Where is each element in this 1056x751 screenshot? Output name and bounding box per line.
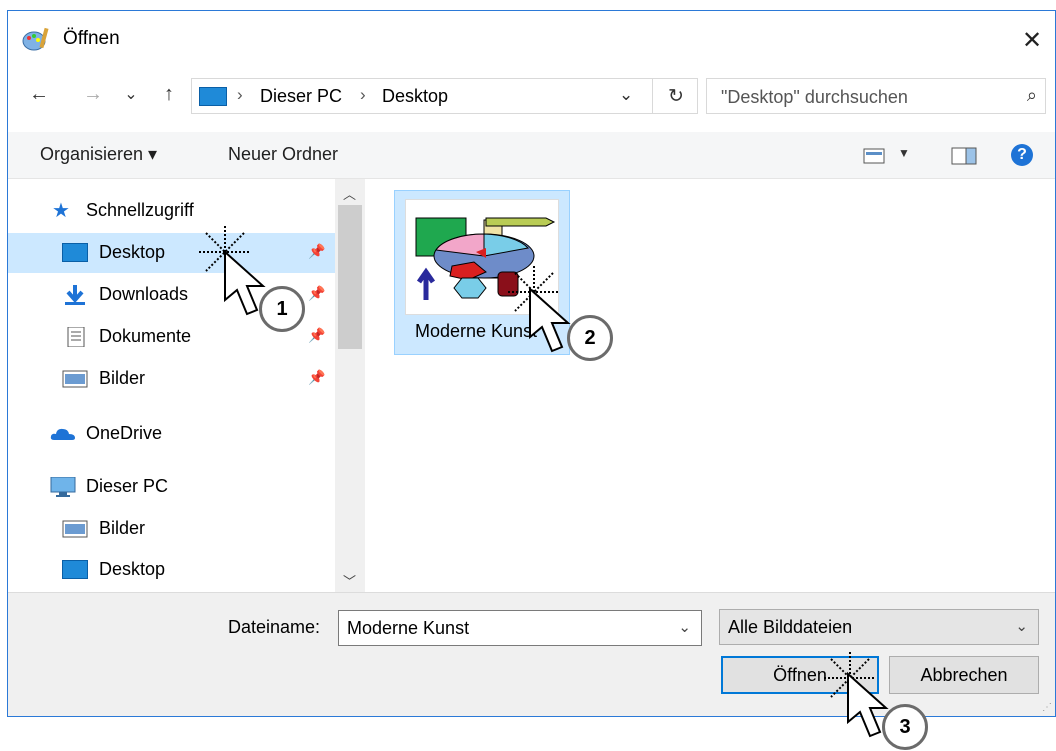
- filename-label: Dateiname:: [228, 617, 321, 637]
- sidebar-item-pc-desktop[interactable]: Desktop: [8, 550, 335, 590]
- sidebar-item-quick-access[interactable]: ★ Schnellzugriff: [8, 191, 335, 231]
- pictures-icon: [62, 520, 88, 538]
- refresh-icon[interactable]: ↻: [652, 79, 699, 113]
- sidebar-item-label: Downloads: [99, 284, 189, 304]
- sidebar-scrollbar[interactable]: ︿ ﹀: [335, 179, 365, 592]
- organize-button[interactable]: Organisieren ▾: [40, 144, 157, 165]
- step-callout-3: 3: [882, 704, 928, 750]
- sidebar-item-desktop[interactable]: Desktop 📌: [8, 233, 335, 273]
- chevron-down-icon[interactable]: ⌄: [678, 618, 691, 636]
- help-icon[interactable]: ?: [1011, 144, 1033, 166]
- breadcrumb-separator[interactable]: ›: [237, 85, 243, 105]
- filename-value[interactable]: Moderne Kunst: [347, 618, 469, 639]
- pin-icon[interactable]: 📌: [308, 243, 325, 260]
- filetype-select[interactable]: Alle Bilddateien ⌄: [719, 609, 1039, 645]
- resize-grip-icon[interactable]: ⋰: [1042, 702, 1052, 713]
- search-icon[interactable]: ⌕: [1027, 85, 1037, 106]
- computer-icon: [50, 477, 76, 497]
- pin-icon[interactable]: 📌: [308, 327, 325, 344]
- breadcrumb-separator[interactable]: ›: [360, 85, 366, 105]
- download-icon: [65, 285, 85, 305]
- breadcrumb-this-pc[interactable]: Dieser PC: [260, 86, 342, 107]
- view-options-icon[interactable]: [863, 148, 885, 164]
- desktop-icon: [62, 560, 88, 579]
- sidebar-item-label: Dieser PC: [86, 476, 169, 496]
- document-icon: [67, 327, 85, 347]
- step-callout-1: 1: [259, 286, 305, 332]
- this-pc-icon: [199, 87, 227, 106]
- dialog-title: Öffnen: [63, 28, 120, 49]
- preview-pane-icon[interactable]: [951, 147, 977, 165]
- file-name: Moderne Kunst: [415, 321, 538, 341]
- cloud-icon: [50, 428, 75, 440]
- command-bar: Organisieren ▾ Neuer Ordner ▼ ?: [8, 132, 1055, 179]
- sidebar-item-label: Desktop: [99, 242, 166, 262]
- recent-locations-chevron-icon[interactable]: ⌄: [118, 81, 144, 107]
- search-input[interactable]: [707, 79, 1013, 115]
- sidebar-item-label: Dokumente: [99, 326, 192, 346]
- up-arrow-icon[interactable]: ↑: [156, 81, 182, 107]
- search-box[interactable]: ⌕: [706, 78, 1046, 115]
- sidebar-item-label: Bilder: [99, 368, 146, 388]
- cancel-button[interactable]: Abbrechen: [889, 656, 1039, 694]
- star-icon: ★: [52, 200, 70, 222]
- sidebar-item-label: Bilder: [99, 518, 146, 538]
- pin-icon[interactable]: 📌: [308, 369, 325, 386]
- sidebar-item-pc-pictures[interactable]: Bilder: [8, 509, 335, 549]
- filename-field[interactable]: Moderne Kunst ⌄: [338, 610, 702, 646]
- sidebar-item-label: Schnellzugriff: [86, 200, 194, 220]
- pin-icon[interactable]: 📌: [308, 285, 325, 302]
- address-dropdown-icon[interactable]: ⌄: [619, 85, 633, 105]
- back-arrow-icon[interactable]: ←: [26, 81, 52, 107]
- navigation-pane: ★ Schnellzugriff Desktop 📌 Downloads 📌 D: [8, 179, 335, 592]
- sidebar-item-label: Desktop: [99, 559, 166, 579]
- desktop-icon: [62, 243, 88, 262]
- navigation-bar: ← → ⌄ ↑ › Dieser PC › Desktop ⌄ ↻ ⌕: [8, 69, 1055, 121]
- address-bar[interactable]: › Dieser PC › Desktop ⌄ ↻: [191, 78, 698, 114]
- title-bar: Öffnen ✕: [8, 11, 1055, 69]
- close-button[interactable]: ✕: [1009, 11, 1055, 69]
- scroll-up-icon[interactable]: ︿: [343, 184, 356, 203]
- step-callout-2: 2: [567, 315, 613, 361]
- sidebar-item-label: OneDrive: [86, 423, 163, 443]
- breadcrumb-desktop[interactable]: Desktop: [382, 86, 448, 107]
- scroll-down-icon[interactable]: ﹀: [343, 571, 356, 590]
- sidebar-item-this-pc[interactable]: Dieser PC: [8, 467, 335, 507]
- scrollbar-thumb[interactable]: [338, 205, 362, 349]
- view-dropdown-icon[interactable]: ▼: [898, 146, 910, 160]
- sidebar-item-pictures[interactable]: Bilder 📌: [8, 359, 335, 399]
- forward-arrow-icon[interactable]: →: [80, 81, 106, 107]
- filetype-value[interactable]: Alle Bilddateien: [728, 617, 852, 638]
- sidebar-item-onedrive[interactable]: OneDrive: [8, 414, 335, 454]
- chevron-down-icon[interactable]: ⌄: [1015, 617, 1028, 635]
- paint-palette-icon: [22, 27, 49, 51]
- new-folder-button[interactable]: Neuer Ordner: [228, 144, 338, 165]
- file-list: Moderne Kunst: [365, 179, 1055, 592]
- pictures-icon: [62, 370, 88, 388]
